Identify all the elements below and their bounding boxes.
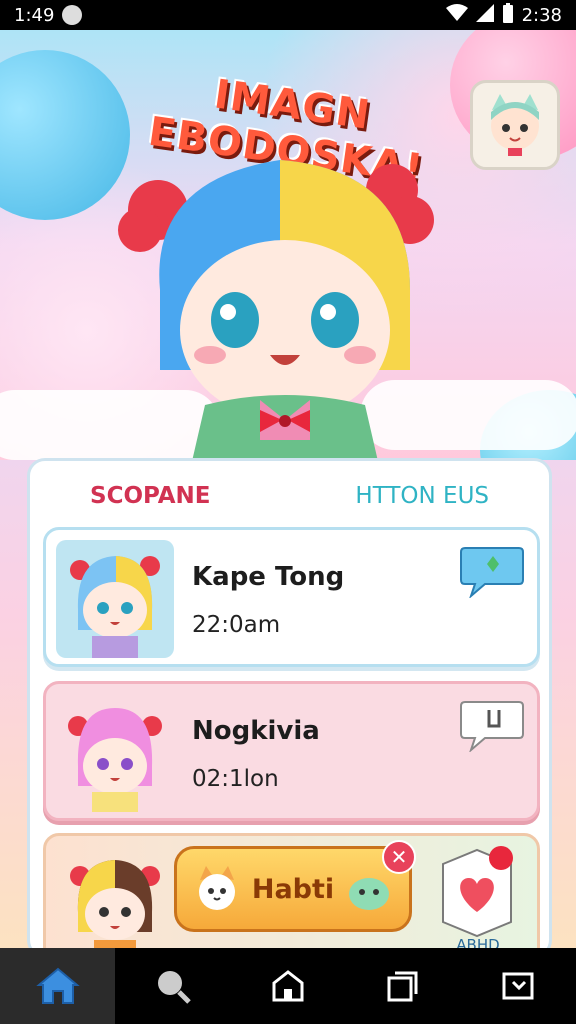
avatar (56, 694, 174, 812)
character-thumbnail-icon (70, 556, 160, 658)
wifi-icon (445, 3, 468, 27)
nav-back[interactable] (461, 948, 576, 1024)
status-bar: 1:49 2:38 (0, 0, 576, 30)
content-panel: SCOPANE HTTON EUS Kape Tong 22:0am Nogki… (27, 458, 552, 964)
search-icon (157, 971, 191, 1004)
tab-scopane[interactable]: SCOPANE (90, 483, 211, 509)
nav-home[interactable] (0, 948, 116, 1024)
chat-bubble-icon[interactable] (459, 698, 525, 752)
item-title: Kape Tong (192, 562, 345, 592)
item-time: 22:0am (192, 612, 281, 638)
home-icon (35, 967, 80, 1004)
habit-button-label: Habti (251, 873, 335, 905)
tab-htton-eus[interactable]: HTTON EUS (355, 483, 489, 509)
cat-avatar-icon (491, 94, 539, 156)
nav-recent-apps[interactable] (346, 948, 461, 1024)
battery-icon (502, 2, 514, 28)
nav-house[interactable] (230, 948, 345, 1024)
slime-icon (349, 878, 390, 910)
character-illustration (118, 160, 434, 460)
nav-search[interactable] (115, 948, 230, 1024)
avatar (56, 540, 174, 658)
item-time: 02:1lon (192, 766, 279, 792)
character-thumbnail-icon (68, 708, 162, 812)
list-item[interactable]: Habti ✕ ABHD (43, 833, 540, 964)
close-icon[interactable]: ✕ (382, 840, 416, 874)
smiley-icon (62, 5, 83, 25)
status-time-right: 2:38 (521, 4, 562, 26)
hero-banner: IMAGN EBODOSKA! (0, 30, 576, 460)
avatar (56, 846, 174, 964)
back-icon (502, 972, 534, 1000)
cat-face-icon (198, 866, 235, 910)
list-item[interactable]: Nogkivia 02:1lon (43, 681, 540, 821)
tab-bar: SCOPANE HTTON EUS (30, 471, 549, 521)
recent-apps-icon (387, 971, 418, 1002)
status-time: 1:49 (14, 4, 55, 26)
bottom-navigation (0, 948, 576, 1024)
signal-icon (475, 3, 494, 27)
profile-avatar-button[interactable] (470, 80, 560, 170)
habit-button[interactable]: Habti (174, 846, 412, 932)
character-thumbnail-icon (70, 860, 160, 964)
list-item[interactable]: Kape Tong 22:0am (43, 527, 540, 667)
chat-bubble-icon[interactable] (459, 544, 525, 598)
house-icon (272, 970, 304, 1002)
item-title: Nogkivia (192, 716, 320, 746)
